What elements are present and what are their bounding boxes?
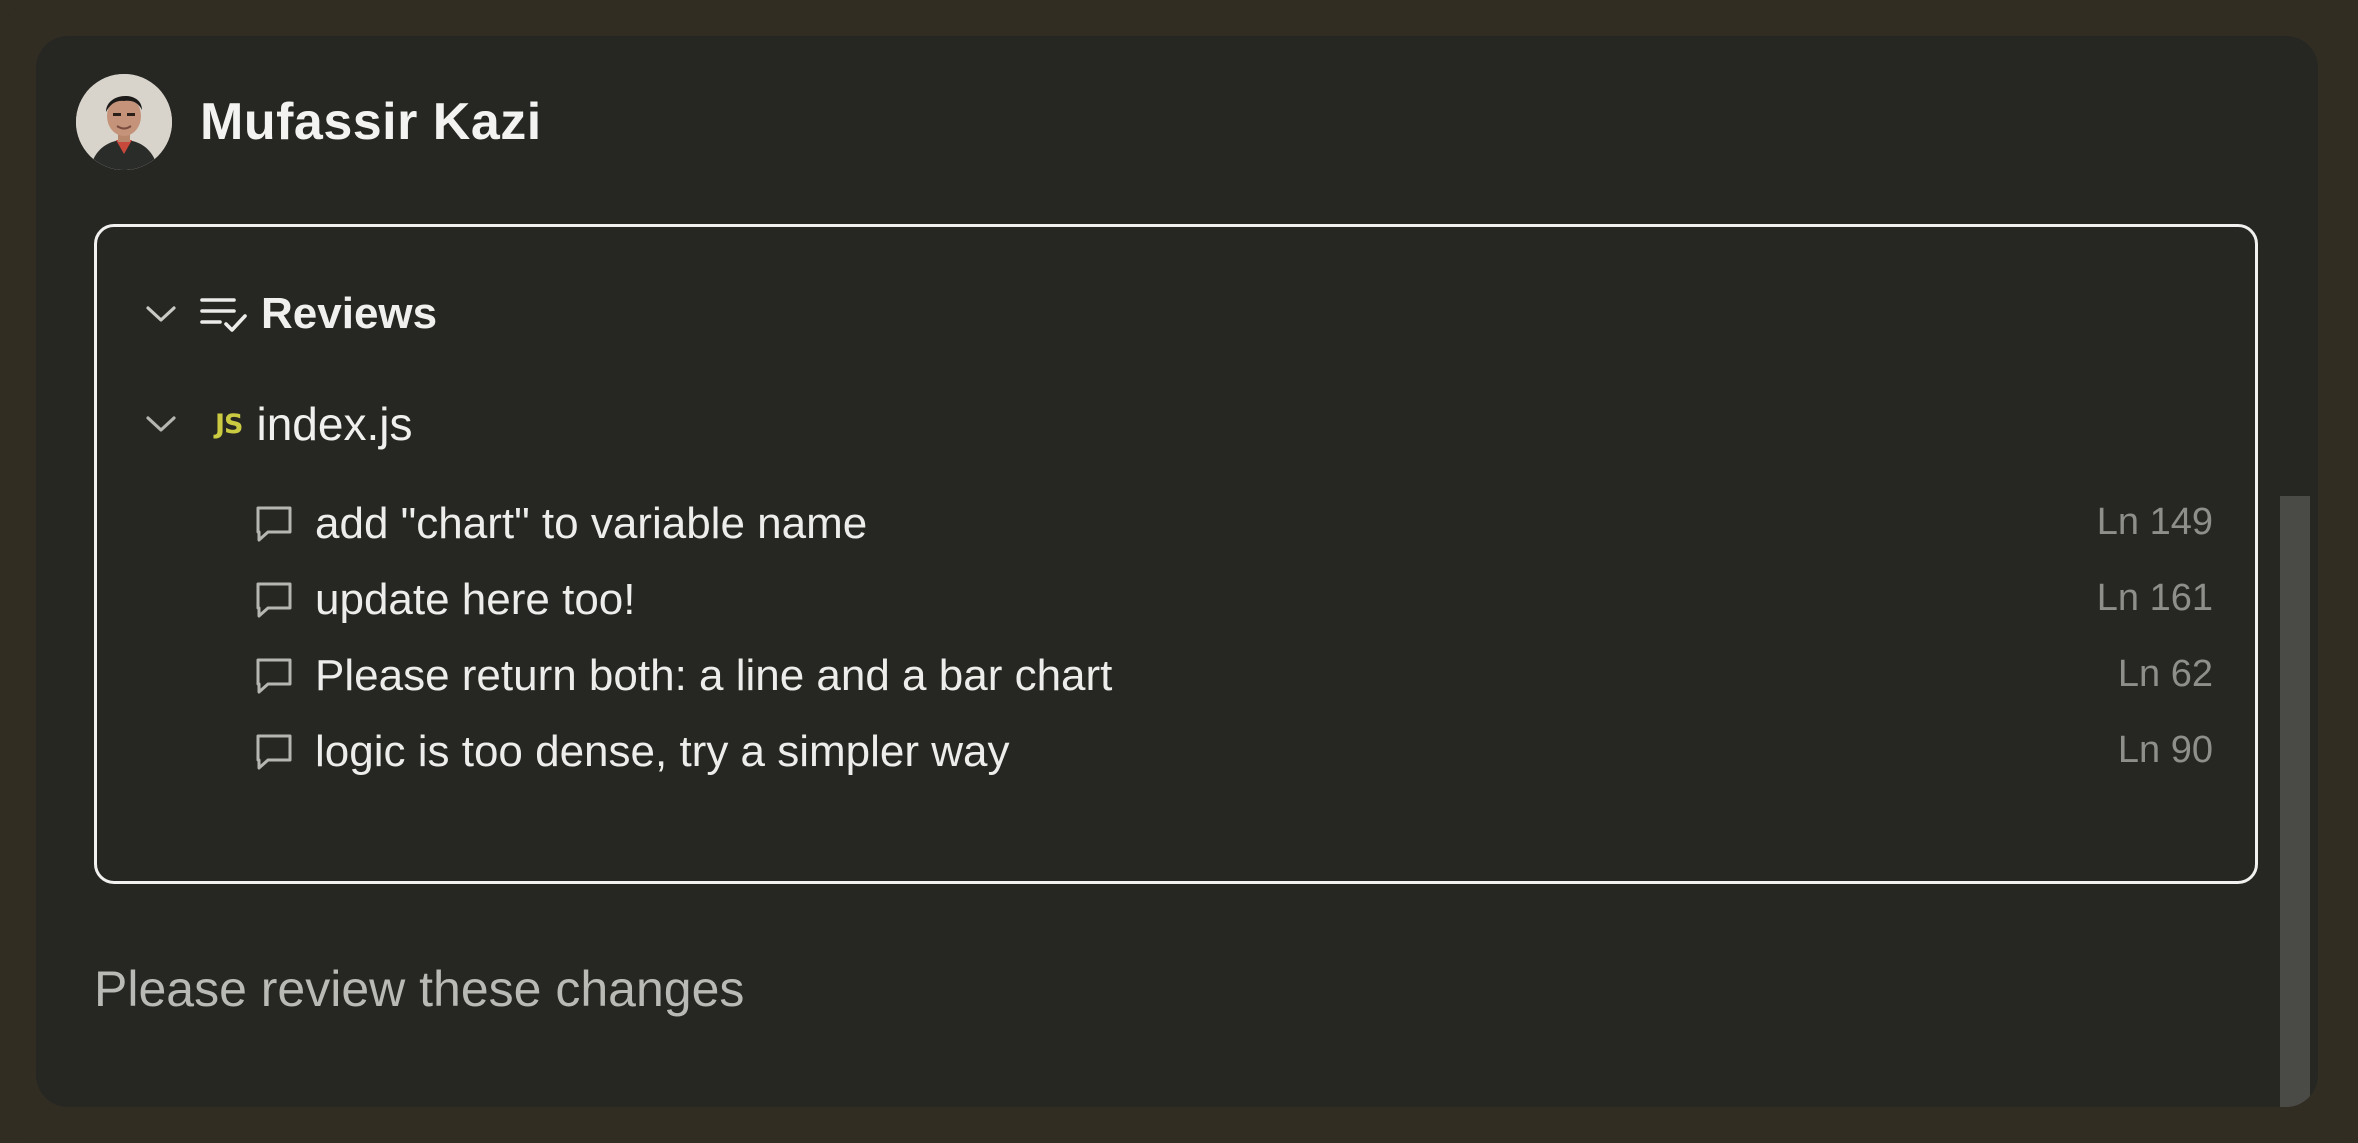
window-frame: Mufassir Kazi Reviews JS index.js add "c… bbox=[0, 0, 2358, 1143]
comment-text: Please return both: a line and a bar cha… bbox=[315, 651, 1113, 700]
comment-icon bbox=[256, 582, 292, 618]
reviews-section-header[interactable]: Reviews bbox=[141, 289, 437, 339]
file-node[interactable]: JS index.js bbox=[141, 397, 412, 451]
comment-icon bbox=[256, 734, 292, 770]
comment-text: update here too! bbox=[315, 575, 636, 624]
reviews-tree: Reviews JS index.js add "chart" to varia… bbox=[94, 224, 2258, 884]
comment-item[interactable]: logic is too dense, try a simpler way Ln… bbox=[97, 711, 2255, 791]
author-header: Mufassir Kazi bbox=[76, 72, 542, 172]
comment-text: add "chart" to variable name bbox=[315, 499, 868, 548]
chevron-down-icon[interactable] bbox=[141, 404, 181, 444]
message-text: Please review these changes bbox=[94, 961, 745, 1017]
avatar[interactable] bbox=[76, 74, 172, 170]
comment-item[interactable]: Please return both: a line and a bar cha… bbox=[97, 635, 2255, 715]
javascript-file-icon: JS bbox=[215, 408, 243, 440]
comment-item[interactable]: update here too! Ln 161 bbox=[97, 559, 2255, 639]
comment-item[interactable]: add "chart" to variable name Ln 149 bbox=[97, 483, 2255, 563]
author-name: Mufassir Kazi bbox=[200, 93, 542, 151]
comment-line-number[interactable]: Ln 161 bbox=[2097, 577, 2213, 620]
reviews-title: Reviews bbox=[261, 289, 438, 338]
comment-line-number[interactable]: Ln 149 bbox=[2097, 501, 2213, 544]
comment-line-number[interactable]: Ln 62 bbox=[2118, 653, 2213, 696]
comment-line-number[interactable]: Ln 90 bbox=[2118, 729, 2213, 772]
scrollbar-thumb[interactable] bbox=[2280, 496, 2310, 1107]
list-check-icon bbox=[199, 293, 249, 335]
comment-icon bbox=[256, 658, 292, 694]
comment-icon bbox=[256, 506, 292, 542]
file-name: index.js bbox=[256, 398, 413, 450]
chevron-down-icon[interactable] bbox=[141, 294, 181, 334]
review-panel: Mufassir Kazi Reviews JS index.js add "c… bbox=[36, 36, 2318, 1107]
comment-text: logic is too dense, try a simpler way bbox=[315, 727, 1010, 776]
